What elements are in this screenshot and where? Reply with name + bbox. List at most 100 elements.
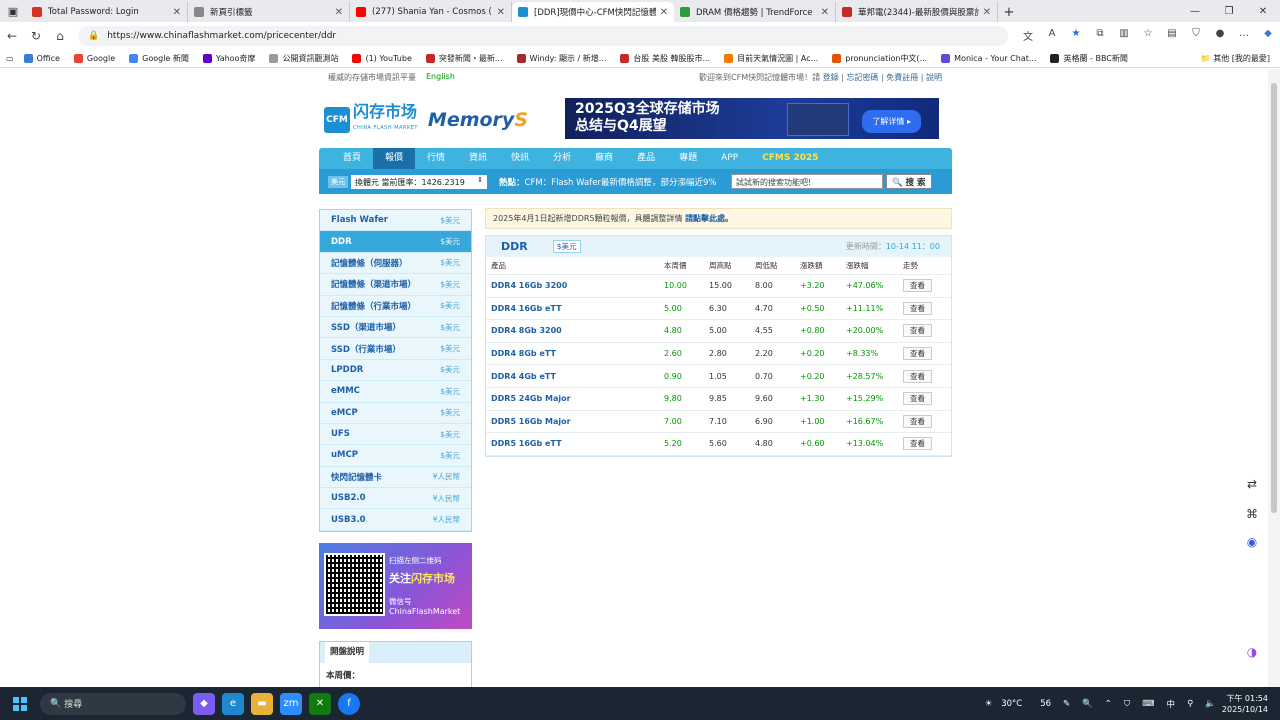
- notification-badge[interactable]: 56: [1040, 699, 1051, 709]
- tab-close-icon[interactable]: ✕: [173, 7, 181, 18]
- file-explorer-icon[interactable]: ▬: [251, 692, 273, 715]
- assistant-float-icon[interactable]: ◉: [1242, 535, 1262, 549]
- product-name[interactable]: DDR5 24Gb Major: [486, 394, 664, 403]
- favorites-icon[interactable]: ☆: [1136, 28, 1160, 43]
- sidebar-item[interactable]: UFS $美元: [320, 424, 471, 446]
- view-trend-button[interactable]: 查看: [903, 324, 932, 338]
- view-trend-button[interactable]: 查看: [903, 279, 932, 293]
- favorite-star-icon[interactable]: ★: [1064, 28, 1088, 43]
- product-name[interactable]: DDR4 8Gb eTT: [486, 349, 664, 358]
- product-name[interactable]: DDR5 16Gb Major: [486, 417, 664, 426]
- profile-avatar[interactable]: ●: [1208, 28, 1232, 43]
- volume-icon[interactable]: 🔈: [1205, 699, 1216, 709]
- menu-item[interactable]: 報價: [373, 148, 416, 169]
- clock[interactable]: 下午 01:54 2025/10/14: [1222, 693, 1268, 715]
- windows-start-icon[interactable]: [8, 692, 32, 716]
- browser-tab[interactable]: DRAM 價格趨勢 | TrendForce ✕: [674, 2, 836, 22]
- collections-icon[interactable]: ▤: [1160, 28, 1184, 43]
- tab-close-icon[interactable]: ✕: [983, 7, 991, 18]
- bookmark-item[interactable]: 英格蘭 - BBC新聞: [1050, 53, 1128, 64]
- sidebar-item[interactable]: uMCP $美元: [320, 445, 471, 467]
- zoom-app-icon[interactable]: zm: [280, 692, 302, 715]
- xbox-app-icon[interactable]: ✕: [309, 692, 331, 715]
- tab-close-icon[interactable]: ✕: [821, 7, 829, 18]
- weather-icon[interactable]: ☀ 30°C: [985, 699, 1028, 709]
- sidebar-item[interactable]: USB2.0 ¥人民幣: [320, 488, 471, 510]
- extensions-icon[interactable]: ⧉: [1088, 28, 1112, 43]
- snip-icon[interactable]: ✎: [1063, 699, 1070, 709]
- help-link[interactable]: 說明: [926, 73, 942, 82]
- ai-float-icon[interactable]: ◑: [1242, 645, 1262, 659]
- site-logo[interactable]: CFM 闪存市场 CHINA FLASH MARKET MemoryS: [324, 104, 528, 136]
- keyboard-icon[interactable]: ⌨: [1142, 699, 1154, 709]
- ime-lang[interactable]: 中: [1167, 698, 1176, 710]
- workspaces-icon[interactable]: ▣: [0, 0, 26, 22]
- bookmark-item[interactable]: Windy: 顯示 / 新增...: [516, 53, 606, 64]
- close-window-icon[interactable]: ✕: [1246, 0, 1280, 22]
- bookmark-item[interactable]: 突發新聞・最新...: [425, 53, 503, 64]
- translate-icon[interactable]: 文: [1016, 28, 1040, 43]
- bookmark-item[interactable]: 台股 美股 韓股股市...: [620, 53, 710, 64]
- maximize-icon[interactable]: ❐: [1212, 0, 1246, 22]
- lock-icon[interactable]: 🔒: [88, 31, 99, 41]
- view-trend-button[interactable]: 查看: [903, 347, 932, 361]
- exchange-rate-select[interactable]: 換體元 當前匯率：1426.2319 ⇕: [351, 174, 487, 189]
- banner-detail-button[interactable]: 了解详情 ▸: [862, 110, 921, 133]
- menu-item[interactable]: APP: [709, 148, 750, 169]
- sidebar-item[interactable]: Flash Wafer $美元: [320, 210, 471, 232]
- edge-app-icon[interactable]: e: [222, 692, 244, 715]
- chevron-up-icon[interactable]: ⌃: [1105, 699, 1112, 709]
- search-tray-icon[interactable]: 🔍: [1082, 699, 1093, 709]
- menu-item[interactable]: 分析: [541, 148, 583, 169]
- search-input[interactable]: 試試新的搜索功能吧!: [731, 174, 883, 189]
- bookmark-item[interactable]: Google: [73, 53, 115, 64]
- scroll-thumb[interactable]: [1271, 83, 1277, 513]
- sidebar-item[interactable]: 記憶體條（渠道市場） $美元: [320, 274, 471, 296]
- taskbar-search[interactable]: 🔍 搜尋: [40, 692, 186, 715]
- view-trend-button[interactable]: 查看: [903, 369, 932, 383]
- sidebar-item[interactable]: 記憶體條（伺服器） $美元: [320, 253, 471, 275]
- sidebar-item[interactable]: DDR $美元: [320, 231, 471, 253]
- view-trend-button[interactable]: 查看: [903, 301, 932, 315]
- security-icon[interactable]: ⛉: [1124, 699, 1130, 709]
- new-tab-button[interactable]: +: [998, 2, 1020, 22]
- browser-tab[interactable]: Total Password: Login ✕: [26, 2, 188, 22]
- copilot-app-icon[interactable]: ◆: [193, 692, 215, 715]
- other-favorites[interactable]: 📁 其他 [我的最愛]: [1201, 53, 1270, 64]
- product-name[interactable]: DDR4 4Gb eTT: [486, 372, 664, 381]
- menu-item[interactable]: CFMS 2025: [750, 148, 830, 169]
- view-trend-button[interactable]: 查看: [903, 414, 932, 428]
- browser-tab[interactable]: [DDR]現價中心-CFM快閃記憶體市 ✕: [512, 2, 674, 22]
- browser-tab[interactable]: (277) Shania Yan - Cosmos (✕: [350, 2, 512, 22]
- split-screen-icon[interactable]: ▥: [1112, 28, 1136, 43]
- bookmark-item[interactable]: (1) YouTube: [352, 53, 412, 64]
- view-trend-button[interactable]: 查看: [903, 437, 932, 451]
- menu-item[interactable]: 行情: [415, 148, 457, 169]
- back-icon[interactable]: ←: [0, 29, 24, 43]
- translate-float-icon[interactable]: ⇄: [1242, 477, 1262, 491]
- bookmark-item[interactable]: 目前天氣情況圖 | Ac...: [724, 53, 818, 64]
- login-link[interactable]: 登錄: [823, 73, 839, 82]
- network-icon[interactable]: ⚲: [1187, 699, 1193, 709]
- bookmark-item[interactable]: Yahoo奇摩: [202, 53, 255, 64]
- currency-toggle[interactable]: $美元: [552, 240, 581, 253]
- read-aloud-icon[interactable]: A: [1040, 28, 1064, 43]
- view-trend-button[interactable]: 查看: [903, 392, 932, 406]
- bookmark-item[interactable]: 公開資訊觀測站: [269, 53, 338, 64]
- search-button[interactable]: 🔍 搜 索: [886, 174, 932, 189]
- product-name[interactable]: DDR4 16Gb 3200: [486, 281, 664, 290]
- promo-banner[interactable]: 2025Q3全球存储市场 总结与Q4展望 了解详情 ▸: [565, 98, 939, 139]
- browser-tab[interactable]: 新頁引標籤 ✕: [188, 2, 350, 22]
- menu-item[interactable]: 產品: [625, 148, 667, 169]
- sidebar-item[interactable]: USB3.0 ¥人民幣: [320, 509, 471, 531]
- forgot-password-link[interactable]: 忘記密碼: [846, 73, 878, 82]
- home-icon[interactable]: ⌂: [48, 29, 72, 43]
- refresh-icon[interactable]: ↻: [24, 29, 48, 43]
- bookmark-item[interactable]: Google 新聞: [129, 53, 189, 64]
- menu-item[interactable]: 快訊: [499, 148, 541, 169]
- browser-tab[interactable]: 華邦電(2344)-最新股價與股票討論 ✕: [836, 2, 998, 22]
- sidebar-item[interactable]: 記憶體條（行業市場） $美元: [320, 296, 471, 317]
- product-name[interactable]: DDR5 16Gb eTT: [486, 439, 664, 448]
- notice-link[interactable]: 請點擊此處。: [685, 214, 733, 223]
- product-name[interactable]: DDR4 16Gb eTT: [486, 304, 664, 313]
